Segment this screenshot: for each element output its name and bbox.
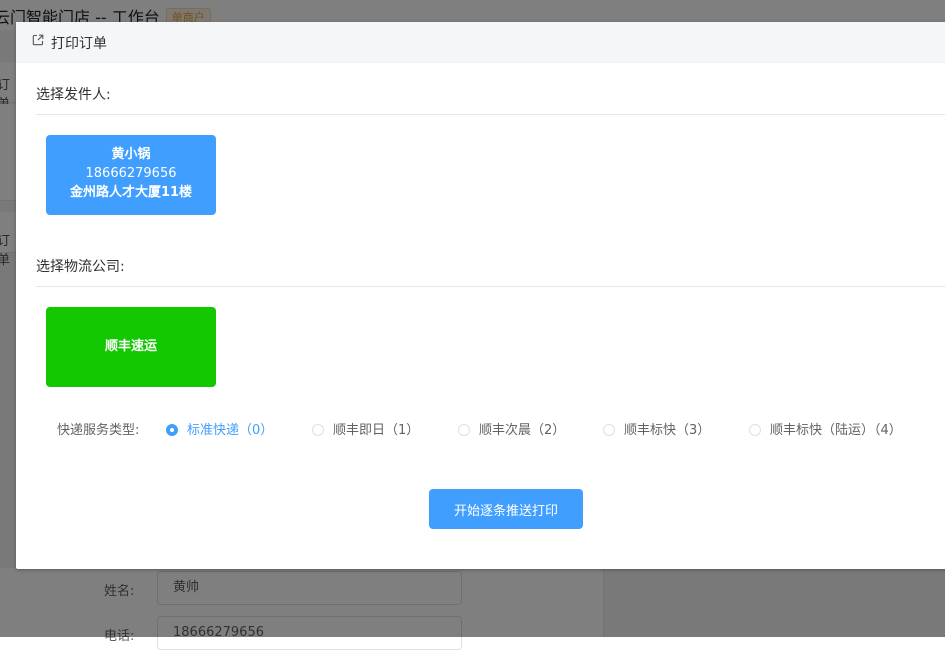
print-order-dialog: 打印订单 选择发件人: 黄小锅 18666279656 金州路人才大厦11楼 选… bbox=[16, 22, 945, 569]
logistics-section-label: 选择物流公司: bbox=[36, 259, 125, 275]
logistics-name: 顺丰速运 bbox=[104, 339, 157, 354]
dialog-title: 打印订单 bbox=[51, 36, 107, 52]
radio-checked-icon bbox=[166, 424, 178, 436]
service-radio-label: 顺丰标快（陆运）（4） bbox=[770, 423, 902, 438]
sender-section-label: 选择发件人: bbox=[36, 87, 111, 103]
radio-unchecked-icon bbox=[603, 424, 615, 436]
radio-unchecked-icon bbox=[749, 424, 761, 436]
service-type-label: 快递服务类型: bbox=[57, 423, 140, 438]
radio-unchecked-icon bbox=[458, 424, 470, 436]
service-radio-label: 顺丰标快（3） bbox=[624, 423, 711, 438]
service-radio-0[interactable]: 标准快递（0） bbox=[166, 419, 273, 438]
service-radio-2[interactable]: 顺丰次晨（2） bbox=[458, 419, 565, 438]
service-radio-label: 顺丰次晨（2） bbox=[479, 423, 566, 438]
service-radio-4[interactable]: 顺丰标快（陆运）（4） bbox=[749, 419, 902, 438]
sender-name: 黄小锅 bbox=[111, 147, 151, 162]
divider bbox=[36, 286, 945, 287]
radio-unchecked-icon bbox=[312, 424, 324, 436]
dialog-header: 打印订单 bbox=[16, 22, 945, 63]
service-radio-label: 标准快递（0） bbox=[187, 423, 274, 438]
service-radio-1[interactable]: 顺丰即日（1） bbox=[312, 419, 419, 438]
sender-card[interactable]: 黄小锅 18666279656 金州路人才大厦11楼 bbox=[46, 135, 216, 215]
service-radio-3[interactable]: 顺丰标快（3） bbox=[603, 419, 710, 438]
sender-address: 金州路人才大厦11楼 bbox=[69, 185, 193, 200]
start-push-print-button[interactable]: 开始逐条推送打印 bbox=[429, 489, 583, 529]
external-link-icon bbox=[32, 34, 44, 46]
logistics-card-sf-express[interactable]: 顺丰速运 bbox=[46, 307, 216, 387]
sender-phone: 18666279656 bbox=[85, 166, 177, 181]
divider bbox=[36, 114, 945, 115]
service-radio-label: 顺丰即日（1） bbox=[333, 423, 420, 438]
